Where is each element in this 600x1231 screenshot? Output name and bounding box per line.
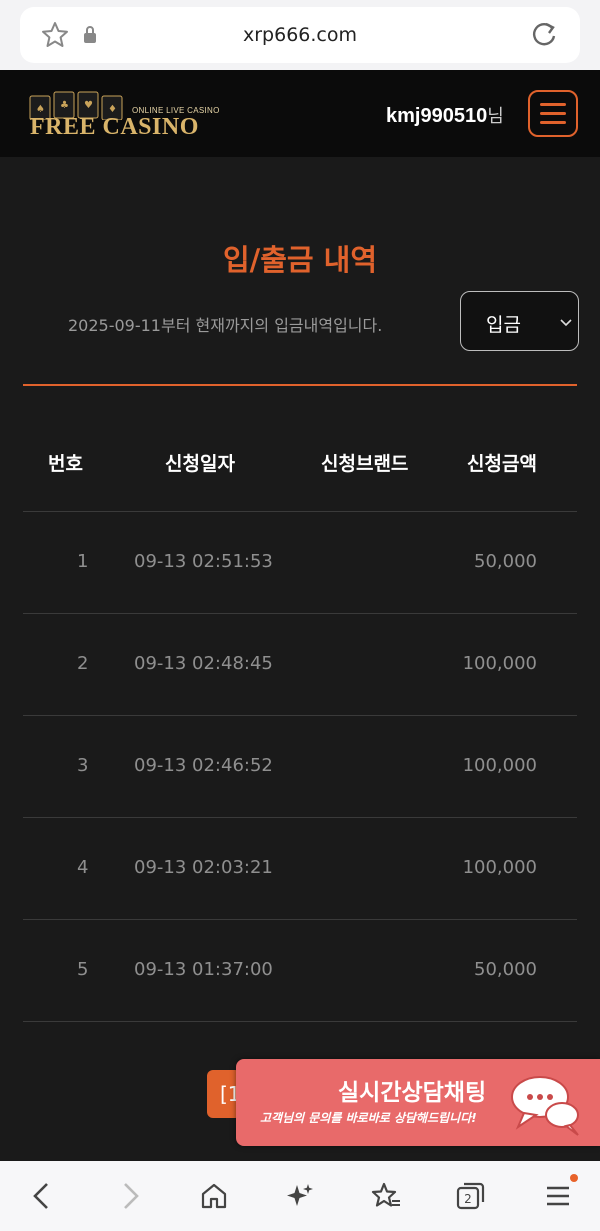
- chat-title: 실시간상담채팅: [338, 1080, 487, 1106]
- select-value: 입금: [486, 314, 521, 336]
- row-date: 09-13 02:46:52: [134, 755, 273, 776]
- row-number: 2: [77, 653, 89, 674]
- address-bar[interactable]: xrp666.com: [20, 7, 580, 63]
- tabs-count: 2: [464, 1192, 472, 1206]
- svg-text:♣: ♣: [60, 100, 69, 111]
- transaction-type-select[interactable]: 입금: [460, 291, 579, 351]
- row-date: 09-13 02:03:21: [134, 857, 273, 878]
- hamburger-menu-button[interactable]: [528, 90, 578, 137]
- row-amount: 100,000: [462, 653, 537, 674]
- row-number: 3: [77, 755, 89, 776]
- table-row[interactable]: 1 09-13 02:51:53 50,000: [23, 512, 577, 614]
- row-number: 5: [77, 959, 89, 980]
- history-table: 번호 신청일자 신청브랜드 신청금액 1 09-13 02:51:53 50,0…: [23, 386, 577, 1022]
- refresh-icon[interactable]: [530, 20, 558, 54]
- history-info-text: 2025-09-11부터 현재까지의 입금내역입니다.: [68, 316, 383, 335]
- live-chat-banner[interactable]: 실시간상담채팅 고객님의 문의를 바로바로 상담해드립니다!: [236, 1059, 600, 1146]
- row-amount: 100,000: [462, 857, 537, 878]
- url-text[interactable]: xrp666.com: [20, 24, 580, 46]
- site-header: ♠ ♣ ♥ ♦ ONLINE LIVE CASINO FREE CASINO k…: [0, 70, 600, 157]
- forward-icon[interactable]: [118, 1181, 142, 1215]
- row-date: 09-13 01:37:00: [134, 959, 273, 980]
- column-header-amount: 신청금액: [467, 453, 537, 475]
- bookmarks-icon[interactable]: [370, 1181, 402, 1215]
- page-title: 입/출금 내역: [222, 243, 378, 277]
- chat-bubble-icon: [506, 1069, 586, 1143]
- row-number: 4: [77, 857, 89, 878]
- row-amount: 50,000: [474, 551, 537, 572]
- logo-title: FREE CASINO: [30, 114, 199, 140]
- username-suffix: 님: [487, 106, 504, 126]
- chat-subtitle: 고객님의 문의를 바로바로 상담해드립니다!: [260, 1111, 477, 1125]
- username: kmj990510: [386, 105, 488, 127]
- notification-dot: [570, 1174, 578, 1182]
- tabs-icon[interactable]: 2: [455, 1181, 487, 1215]
- column-header-brand: 신청브랜드: [321, 453, 409, 475]
- table-row[interactable]: 5 09-13 01:37:00 50,000: [23, 920, 577, 1022]
- table-row[interactable]: 4 09-13 02:03:21 100,000: [23, 818, 577, 920]
- row-amount: 100,000: [462, 755, 537, 776]
- menu-line: [540, 103, 566, 106]
- column-header-no: 번호: [48, 453, 83, 475]
- back-icon[interactable]: [30, 1181, 54, 1215]
- username-label: kmj990510님: [386, 102, 504, 128]
- chevron-down-icon: [559, 314, 573, 333]
- row-number: 1: [77, 551, 89, 572]
- table-header: 번호 신청일자 신청브랜드 신청금액: [23, 386, 577, 512]
- menu-line: [540, 121, 566, 124]
- table-row[interactable]: 2 09-13 02:48:45 100,000: [23, 614, 577, 716]
- row-date: 09-13 02:48:45: [134, 653, 273, 674]
- svg-text:♥: ♥: [84, 100, 93, 111]
- row-amount: 50,000: [474, 959, 537, 980]
- menu-icon[interactable]: [544, 1181, 572, 1215]
- casino-logo[interactable]: ♠ ♣ ♥ ♦ ONLINE LIVE CASINO FREE CASINO: [24, 90, 234, 142]
- row-date: 09-13 02:51:53: [134, 551, 273, 572]
- main-content: 입/출금 내역 2025-09-11부터 현재까지의 입금내역입니다. 입금 번…: [0, 157, 600, 1161]
- table-row[interactable]: 3 09-13 02:46:52 100,000: [23, 716, 577, 818]
- home-icon[interactable]: [199, 1181, 229, 1215]
- sparkle-icon[interactable]: [285, 1181, 315, 1215]
- browser-top-bar: xrp666.com: [0, 0, 600, 70]
- column-header-date: 신청일자: [165, 453, 235, 475]
- menu-line: [540, 112, 566, 115]
- browser-bottom-bar: 2: [0, 1161, 600, 1231]
